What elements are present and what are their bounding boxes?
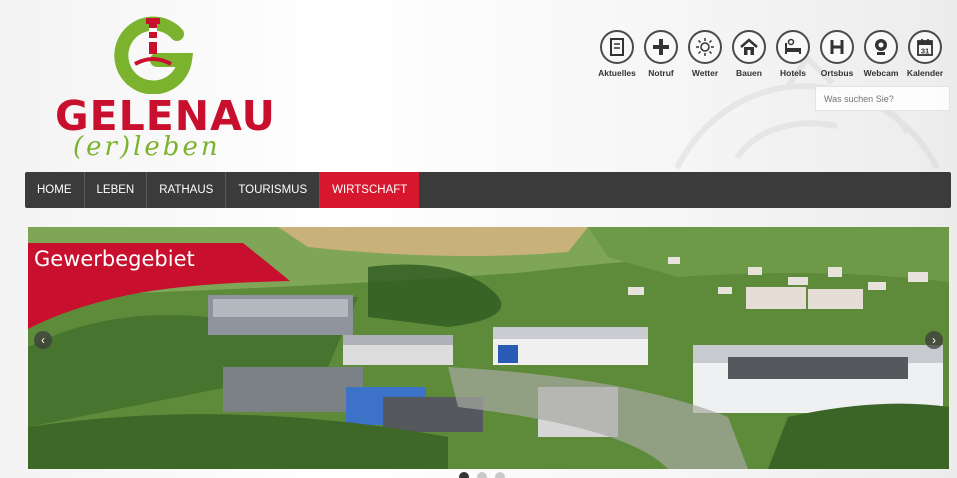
news-icon (600, 30, 634, 64)
quick-link-label: Bauen (736, 68, 762, 78)
webcam-icon (864, 30, 898, 64)
house-icon (732, 30, 766, 64)
calendar-day-text: 31 (921, 47, 929, 56)
bus-stop-icon (820, 30, 854, 64)
site-logo[interactable]: GELENAU (er)leben (55, 14, 275, 164)
quick-link-label: Aktuelles (598, 68, 636, 78)
quick-link-label: Wetter (691, 68, 719, 78)
bed-icon (776, 30, 810, 64)
quick-links-bar: Aktuelles Notruf Wetter Bauen Hotels Ort… (596, 30, 946, 82)
slide-caption-title: Gewerbegebiet (34, 247, 195, 271)
quick-link-hotels[interactable]: Hotels (772, 30, 814, 82)
quick-link-label: Ortsbus (820, 68, 854, 78)
quick-link-label: Hotels (780, 68, 806, 78)
slider-prev-arrow[interactable]: ‹ (34, 331, 52, 349)
site-header: GELENAU (er)leben Aktuelles Notruf Wette… (0, 0, 957, 172)
plus-icon (644, 30, 678, 64)
nav-item-wirtschaft[interactable]: WIRTSCHAFT (320, 172, 420, 208)
sun-icon (688, 30, 722, 64)
quick-link-label: Notruf (648, 68, 674, 78)
quick-link-notruf[interactable]: Notruf (640, 30, 682, 82)
quick-link-kalender[interactable]: 31 Kalender (904, 30, 946, 82)
slider-dot-1[interactable] (459, 472, 469, 478)
slider-next-arrow[interactable]: › (925, 331, 943, 349)
quick-link-aktuelles[interactable]: Aktuelles (596, 30, 638, 82)
image-slider: Gewerbegebiet ‹ › (28, 227, 949, 469)
logo-tagline: (er)leben (73, 132, 221, 162)
quick-link-label: Webcam (863, 68, 899, 78)
quick-link-label: Kalender (906, 68, 944, 78)
quick-link-ortsbus[interactable]: Ortsbus (816, 30, 858, 82)
search-input[interactable] (815, 86, 950, 111)
slider-pagination (459, 472, 505, 478)
nav-item-rathaus[interactable]: RATHAUS (147, 172, 227, 208)
slider-dot-3[interactable] (495, 472, 505, 478)
logo-g-mark-icon (114, 16, 193, 94)
slider-dot-2[interactable] (477, 472, 487, 478)
quick-link-bauen[interactable]: Bauen (728, 30, 770, 82)
quick-link-wetter[interactable]: Wetter (684, 30, 726, 82)
calendar-icon: 31 (908, 30, 942, 64)
nav-item-leben[interactable]: LEBEN (85, 172, 148, 208)
nav-item-tourismus[interactable]: TOURISMUS (226, 172, 321, 208)
quick-link-webcam[interactable]: Webcam (860, 30, 902, 82)
nav-item-home[interactable]: HOME (25, 172, 85, 208)
main-navigation: HOME LEBEN RATHAUS TOURISMUS WIRTSCHAFT (25, 172, 951, 208)
